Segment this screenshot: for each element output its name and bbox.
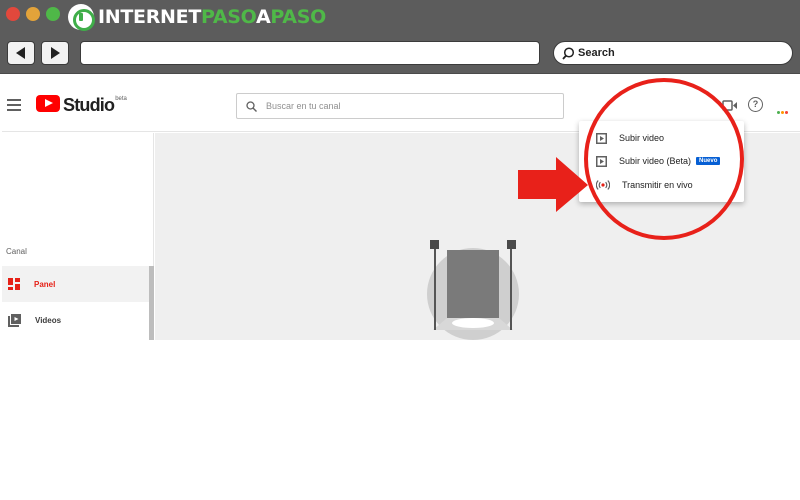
menu-item-label: Transmitir en vivo — [622, 180, 693, 190]
dashboard-icon — [8, 278, 20, 290]
sidebar-item-videos[interactable]: Videos — [2, 302, 150, 338]
watermark-part-3: A — [256, 6, 271, 28]
back-button[interactable] — [7, 41, 35, 65]
sidebar-item-panel[interactable]: Panel — [2, 266, 150, 302]
new-badge: Nuevo — [696, 157, 721, 165]
upload-video-icon — [596, 132, 607, 144]
youtube-play-icon — [36, 95, 60, 112]
avatar[interactable] — [777, 101, 791, 114]
maximize-window-button[interactable] — [46, 7, 60, 21]
studio-sidebar: Canal Panel Videos — [2, 133, 154, 340]
browser-titlebar: INTERNETPASOAPASO — [0, 0, 800, 34]
videos-icon — [8, 313, 21, 327]
sidebar-item-label: Videos — [35, 315, 62, 325]
watermark-part-2: PASO — [200, 6, 256, 28]
search-icon — [562, 46, 575, 60]
browser-search-field[interactable]: Search — [553, 41, 793, 65]
menu-item-label: Subir video — [619, 133, 665, 143]
help-icon[interactable]: ? — [748, 97, 763, 112]
empty-studio-illustration — [427, 240, 519, 340]
studio-logo[interactable]: Studio beta — [36, 95, 127, 115]
site-watermark: INTERNETPASOAPASO — [68, 4, 326, 31]
channel-search-input[interactable]: Buscar en tu canal — [236, 93, 564, 119]
watermark-part-4: PASO — [270, 6, 326, 28]
menu-item-upload-video-beta[interactable]: Subir video (Beta) Nuevo — [579, 150, 744, 172]
menu-item-upload-video[interactable]: Subir video — [579, 127, 744, 149]
live-stream-icon — [596, 180, 610, 190]
studio-logo-text: Studio — [63, 95, 115, 115]
search-placeholder: Buscar en tu canal — [266, 101, 341, 111]
menu-icon[interactable] — [7, 99, 21, 111]
search-icon — [246, 100, 257, 112]
web-viewport: Studio beta Buscar en tu canal ? Canal P… — [2, 78, 800, 340]
minimize-window-button[interactable] — [26, 7, 40, 21]
menu-item-live-stream[interactable]: Transmitir en vivo — [579, 174, 744, 196]
browser-toolbar: Search — [0, 34, 800, 74]
sidebar-scrollbar[interactable] — [149, 266, 154, 340]
upload-video-beta-icon — [596, 155, 607, 167]
menu-item-label: Subir video (Beta) — [619, 156, 692, 166]
address-bar[interactable] — [80, 41, 540, 65]
watermark-part-1: INTERNET — [98, 6, 201, 28]
power-logo-icon — [68, 4, 95, 31]
search-label: Search — [578, 47, 615, 59]
arrow-left-icon — [16, 47, 25, 59]
upload-dropdown-menu: Subir video Subir video (Beta) Nuevo Tra… — [579, 121, 744, 202]
forward-button[interactable] — [41, 41, 69, 65]
beta-label: beta — [115, 96, 127, 102]
create-video-icon[interactable] — [722, 100, 738, 111]
sidebar-item-label: Panel — [34, 279, 56, 289]
sidebar-section-label: Canal — [6, 247, 27, 256]
arrow-right-icon — [51, 47, 60, 59]
watermark-text: INTERNETPASOAPASO — [98, 4, 326, 30]
screenshot: INTERNETPASOAPASO Search Studio beta Bus… — [0, 0, 800, 500]
close-window-button[interactable] — [6, 7, 20, 21]
